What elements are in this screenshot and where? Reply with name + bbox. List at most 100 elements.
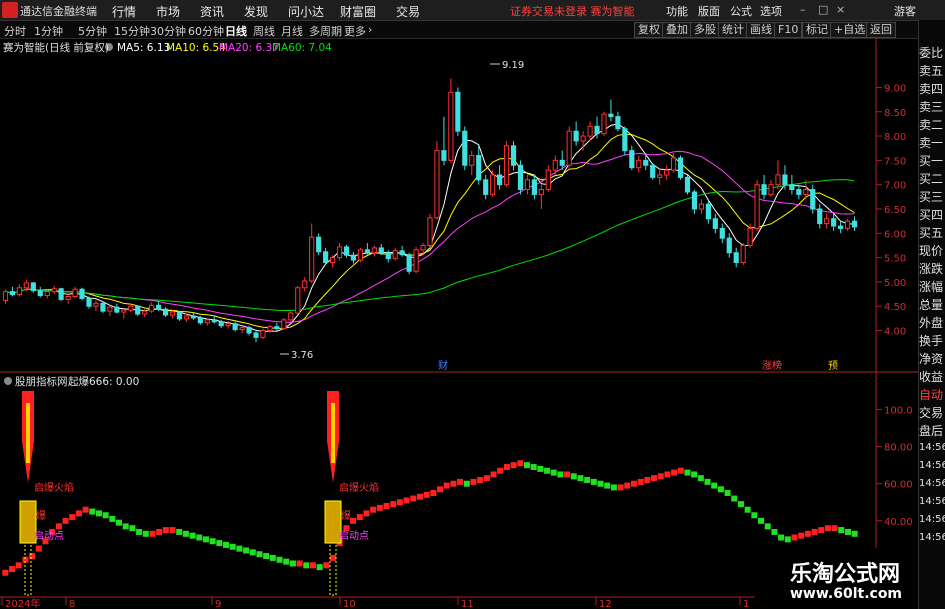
candle[interactable]	[100, 301, 106, 314]
candle[interactable]	[629, 145, 635, 171]
mark-button[interactable]: 标记	[802, 22, 832, 38]
minimize-icon[interactable]: –	[800, 3, 806, 16]
candle[interactable]	[343, 244, 350, 258]
candle[interactable]	[183, 314, 190, 322]
candle[interactable]	[211, 315, 217, 324]
candle[interactable]	[636, 155, 642, 173]
candle[interactable]	[176, 311, 183, 321]
candle[interactable]	[169, 310, 176, 319]
candle[interactable]	[789, 174, 795, 195]
chevron-right-icon[interactable]: ›	[368, 23, 372, 36]
candle[interactable]	[371, 245, 377, 257]
candle[interactable]	[643, 153, 649, 171]
add-watchlist-button[interactable]: +自选	[830, 22, 870, 38]
candle[interactable]	[9, 286, 16, 297]
limit-up-marker[interactable]: 涨榜	[762, 359, 782, 372]
candle[interactable]	[302, 277, 308, 292]
sidebar-item[interactable]: 委比	[919, 44, 945, 61]
candle[interactable]	[65, 294, 71, 304]
candle[interactable]	[427, 213, 433, 248]
sidebar-item[interactable]: 自动	[919, 386, 945, 403]
stats-button[interactable]: 统计	[718, 22, 748, 38]
candle[interactable]	[93, 300, 99, 312]
menu-item-functions[interactable]: 功能	[666, 3, 688, 19]
sidebar-item[interactable]: 净资	[919, 350, 945, 367]
candle[interactable]	[295, 285, 301, 315]
candle[interactable]	[733, 247, 739, 268]
candle[interactable]	[531, 174, 537, 200]
candle[interactable]	[149, 302, 155, 314]
candle[interactable]	[608, 99, 614, 122]
adjust-button[interactable]: 复权	[634, 22, 664, 38]
sidebar-item[interactable]: 总量	[919, 296, 945, 313]
candle[interactable]	[37, 286, 43, 298]
candle[interactable]	[392, 247, 398, 261]
back-button[interactable]: 返回	[866, 22, 896, 38]
candle[interactable]	[719, 223, 725, 244]
candle[interactable]	[796, 184, 802, 200]
period-more[interactable]: 更多	[344, 23, 366, 39]
candle[interactable]	[357, 247, 363, 263]
candle[interactable]	[497, 165, 503, 190]
candle[interactable]	[406, 252, 412, 275]
candle[interactable]	[684, 174, 691, 195]
menu-item-trade[interactable]: 交易	[396, 3, 420, 20]
sidebar-item[interactable]: 外盘	[919, 314, 945, 331]
candle[interactable]	[316, 233, 322, 256]
candle[interactable]	[309, 223, 315, 283]
period-daily[interactable]: 日线	[225, 23, 247, 39]
candle[interactable]	[726, 233, 732, 258]
candle[interactable]	[107, 305, 113, 316]
candle[interactable]	[232, 321, 238, 332]
candle[interactable]	[476, 145, 482, 185]
period-multi[interactable]: 多周期	[309, 23, 342, 39]
menu-item-quotes[interactable]: 行情	[112, 3, 136, 20]
candle[interactable]	[16, 284, 22, 297]
period-1min[interactable]: 1分钟	[34, 23, 63, 39]
candle[interactable]	[698, 199, 705, 214]
overlay-button[interactable]: 叠加	[662, 22, 692, 38]
menu-item-wealth[interactable]: 财富圈	[340, 3, 376, 20]
guest-login[interactable]: 游客	[894, 3, 916, 19]
indicator-toggle-icon[interactable]	[4, 377, 12, 385]
candle[interactable]	[86, 296, 92, 309]
period-timeshare[interactable]: 分时	[4, 23, 26, 39]
fire-signal[interactable]: 启爆火焰爆启动点	[19, 391, 74, 596]
candle[interactable]	[517, 160, 524, 195]
candle[interactable]	[691, 189, 698, 214]
finance-marker[interactable]: 财	[438, 359, 448, 372]
candle[interactable]	[817, 204, 823, 229]
candle[interactable]	[462, 126, 468, 171]
candle[interactable]	[441, 116, 447, 166]
candle[interactable]	[253, 329, 259, 343]
forecast-marker[interactable]: 预	[828, 360, 838, 372]
candle[interactable]	[712, 213, 718, 234]
candle[interactable]	[72, 286, 78, 299]
candle[interactable]	[566, 126, 572, 168]
candle[interactable]	[831, 213, 837, 231]
candle[interactable]	[225, 320, 231, 329]
candle[interactable]	[761, 174, 767, 200]
candle[interactable]	[246, 325, 252, 336]
period-5min[interactable]: 5分钟	[78, 23, 107, 39]
candle[interactable]	[455, 87, 461, 137]
candle[interactable]	[844, 218, 851, 231]
candle[interactable]	[114, 303, 120, 314]
sidebar-item[interactable]: 交易	[919, 404, 945, 421]
candle[interactable]	[768, 179, 774, 197]
candle[interactable]	[288, 311, 294, 322]
menu-item-news[interactable]: 资讯	[200, 3, 224, 20]
sidebar-item[interactable]: 收益	[919, 368, 945, 385]
candle[interactable]	[775, 160, 781, 190]
sidebar-item[interactable]: 涨跌	[919, 260, 945, 277]
price-chart[interactable]: 9.00 8.50 8.00 7.50 7.00 6.50 6.00 5.50 5.00 4.50…	[0, 38, 918, 373]
candle[interactable]	[51, 285, 57, 295]
candle[interactable]	[601, 111, 607, 137]
sidebar-item[interactable]: 卖一	[919, 134, 945, 151]
candle[interactable]	[657, 170, 663, 185]
candle[interactable]	[2, 289, 9, 304]
menu-item-discover[interactable]: 发现	[244, 3, 268, 20]
candle[interactable]	[573, 121, 579, 146]
candle[interactable]	[510, 140, 517, 171]
candle[interactable]	[622, 126, 628, 156]
